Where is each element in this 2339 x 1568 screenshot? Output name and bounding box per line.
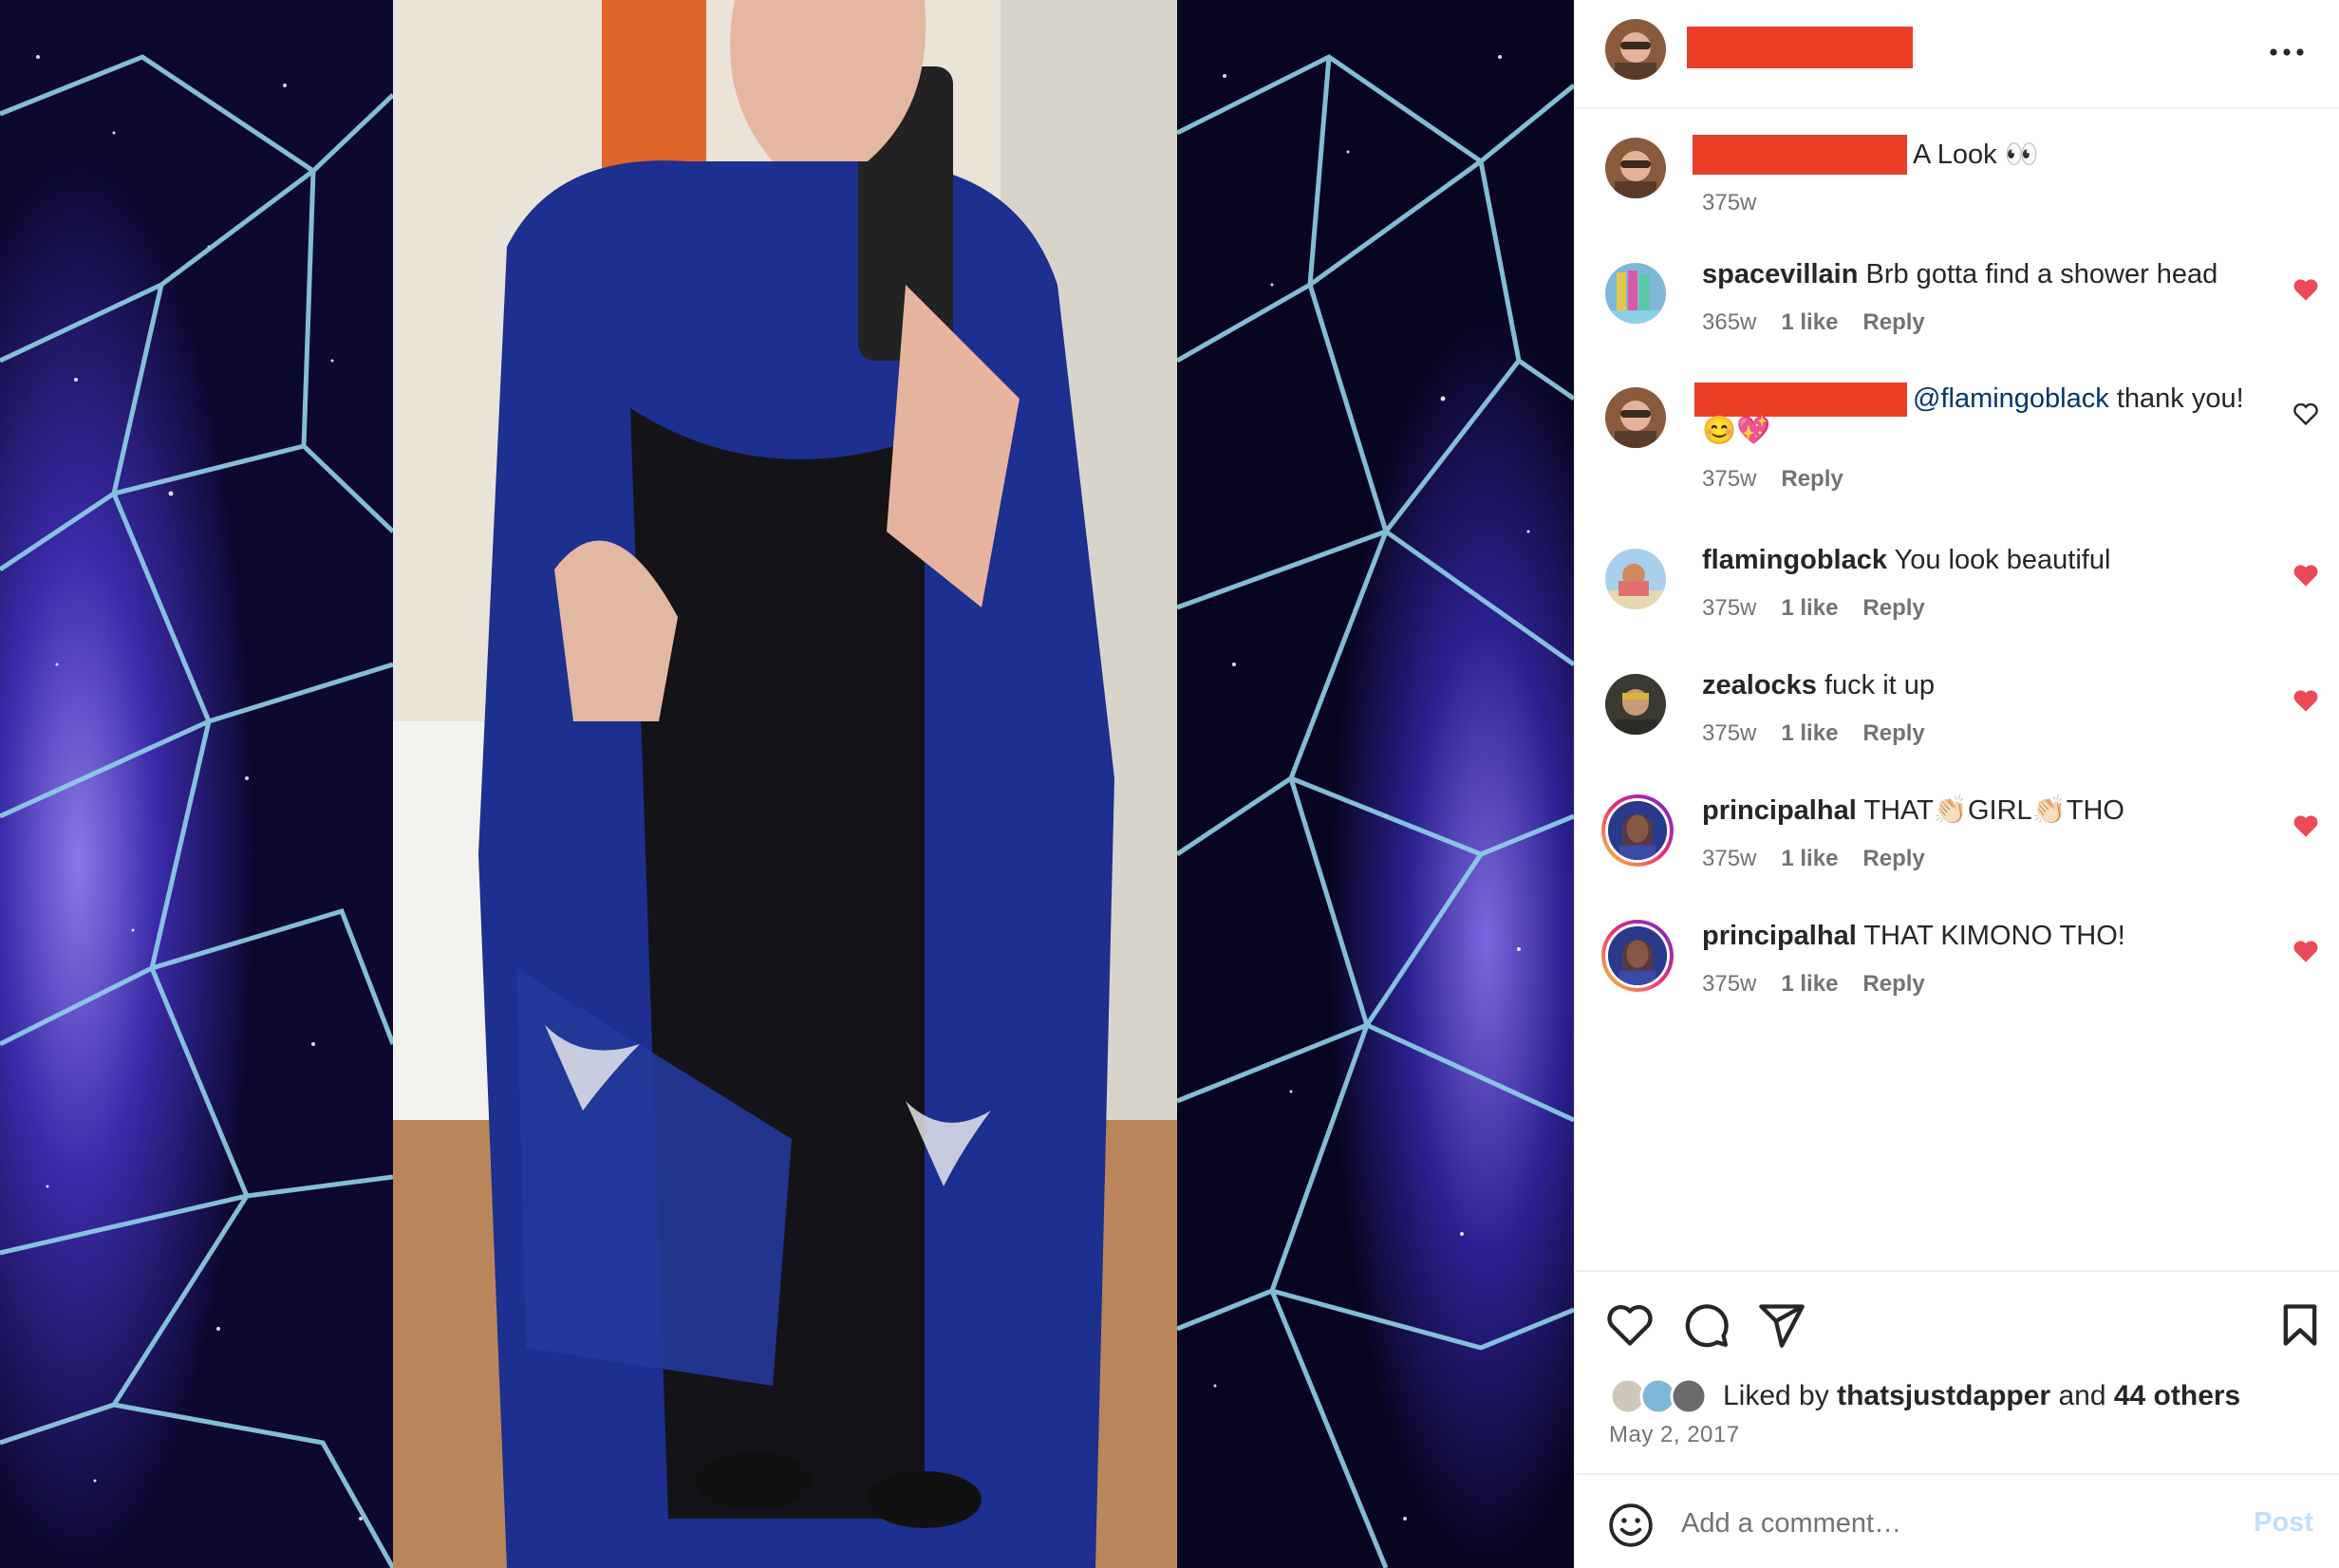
liker-avatars bbox=[1609, 1377, 1708, 1415]
post-media[interactable] bbox=[0, 0, 1574, 1568]
comment-item: principalhal THAT KIMONO THO! 375w 1 like… bbox=[1575, 920, 2339, 1024]
heart-icon[interactable] bbox=[1605, 1300, 1655, 1350]
post-date[interactable]: May 2, 2017 bbox=[1609, 1422, 1740, 1448]
commenter-avatar-story-ring[interactable] bbox=[1601, 794, 1674, 867]
comment-meta: 375w 1 like Reply bbox=[1702, 720, 1950, 747]
heart-outline-icon[interactable] bbox=[2292, 401, 2319, 426]
comment-username[interactable]: spacevillain bbox=[1702, 259, 1858, 289]
more-horizontal-icon[interactable] bbox=[2268, 38, 2306, 66]
heart-filled-icon[interactable] bbox=[2292, 939, 2319, 963]
bookmark-icon[interactable] bbox=[2275, 1300, 2325, 1350]
comment-text: @flamingoblack thank you! 😊💖 bbox=[1702, 383, 2272, 447]
author-avatar[interactable] bbox=[1605, 19, 1666, 80]
likes-text: Liked by thatsjustdapper and 44 others bbox=[1723, 1380, 2240, 1412]
comment-body: THAT👏🏻GIRL👏🏻THO bbox=[1863, 795, 2124, 826]
smiley-icon[interactable] bbox=[1607, 1502, 1655, 1549]
likes-others-link[interactable]: 44 others bbox=[2114, 1380, 2240, 1411]
comment-item: zealocks fuck it up 375w 1 like Reply bbox=[1575, 669, 2339, 774]
comment-meta: 375w Reply bbox=[1702, 466, 1868, 493]
commenter-avatar[interactable] bbox=[1605, 263, 1666, 324]
likes-prefix: Liked by bbox=[1723, 1380, 1838, 1411]
comment-body: Brb gotta find a shower head bbox=[1865, 259, 2218, 289]
comment-text: zealocks fuck it up bbox=[1702, 669, 2291, 701]
likes-summary[interactable]: Liked by thatsjustdapper and 44 others bbox=[1609, 1376, 2330, 1416]
post-actions: Liked by thatsjustdapper and 44 others M… bbox=[1575, 1270, 2339, 1473]
commenter-avatar[interactable] bbox=[1605, 549, 1666, 609]
caption-text: A Look 👀 bbox=[1913, 140, 2039, 170]
comment-username[interactable]: principalhal bbox=[1702, 921, 1857, 951]
commenter-avatar-story-ring[interactable] bbox=[1601, 920, 1674, 992]
comment-time: 375w bbox=[1702, 595, 1757, 621]
add-comment-bar: Post bbox=[1575, 1473, 2339, 1568]
likes-user-link[interactable]: thatsjustdapper bbox=[1837, 1380, 2050, 1411]
post-caption: A Look 👀 375w bbox=[1575, 133, 2339, 237]
comment-item: principalhal THAT👏🏻GIRL👏🏻THO 375w 1 like R… bbox=[1575, 794, 2339, 899]
commenter-avatar[interactable] bbox=[1605, 674, 1666, 735]
comment-item: spacevillain Brb gotta find a shower hea… bbox=[1575, 258, 2339, 363]
reply-button[interactable]: Reply bbox=[1862, 846, 1924, 871]
comment-time: 375w bbox=[1702, 466, 1757, 492]
mirror-selfie-photo bbox=[393, 0, 1177, 1568]
reply-button[interactable]: Reply bbox=[1862, 971, 1924, 997]
comment-text: principalhal THAT👏🏻GIRL👏🏻THO bbox=[1702, 794, 2291, 827]
reply-button[interactable]: Reply bbox=[1862, 720, 1924, 746]
comment-time: 375w bbox=[1702, 846, 1757, 871]
post-side-panel: A Look 👀 375w spacevillain Brb gotta fin… bbox=[1574, 0, 2339, 1568]
comment-item: @flamingoblack thank you! 😊💖 375w Reply bbox=[1575, 383, 2339, 506]
author-avatar[interactable] bbox=[1605, 138, 1666, 198]
comment-body: You look beautiful bbox=[1894, 545, 2111, 575]
comment-meta: 375w 1 like Reply bbox=[1702, 971, 1950, 998]
comment-meta: 365w 1 like Reply bbox=[1702, 309, 1950, 336]
author-avatar[interactable] bbox=[1605, 387, 1666, 448]
comment-likes[interactable]: 1 like bbox=[1781, 595, 1838, 621]
redacted-author-name[interactable] bbox=[1693, 135, 1907, 175]
post-comment-button[interactable]: Post bbox=[2254, 1507, 2313, 1539]
post-header bbox=[1575, 0, 2339, 109]
comment-meta: 375w 1 like Reply bbox=[1702, 595, 1950, 622]
comment-time: 365w bbox=[1702, 309, 1757, 335]
caption-time: 375w bbox=[1702, 190, 1757, 215]
comment-meta: 375w 1 like Reply bbox=[1702, 846, 1950, 872]
comment-mention[interactable]: @flamingoblack bbox=[1913, 383, 2109, 414]
paper-plane-icon[interactable] bbox=[1757, 1300, 1806, 1350]
comment-likes[interactable]: 1 like bbox=[1781, 971, 1838, 997]
reply-button[interactable]: Reply bbox=[1862, 309, 1924, 335]
comment-likes[interactable]: 1 like bbox=[1781, 846, 1838, 871]
comment-body: fuck it up bbox=[1824, 670, 1936, 700]
heart-filled-icon[interactable] bbox=[2292, 277, 2319, 302]
comment-username[interactable]: zealocks bbox=[1702, 670, 1817, 700]
comment-likes[interactable]: 1 like bbox=[1781, 720, 1838, 746]
likes-middle: and bbox=[2050, 1380, 2114, 1411]
comment-bubble-icon[interactable] bbox=[1681, 1300, 1731, 1350]
caption-meta: 375w bbox=[1702, 190, 1781, 216]
comment-text: spacevillain Brb gotta find a shower hea… bbox=[1702, 258, 2291, 290]
comment-body: THAT KIMONO THO! bbox=[1863, 921, 2125, 951]
comment-text: principalhal THAT KIMONO THO! bbox=[1702, 920, 2291, 952]
comment-input[interactable] bbox=[1681, 1498, 2213, 1549]
redacted-author-name[interactable] bbox=[1687, 27, 1913, 68]
comment-username[interactable]: principalhal bbox=[1702, 795, 1857, 826]
comments-list[interactable]: A Look 👀 375w spacevillain Brb gotta fin… bbox=[1575, 109, 2339, 1270]
reply-button[interactable]: Reply bbox=[1781, 466, 1843, 492]
reply-button[interactable]: Reply bbox=[1862, 595, 1924, 621]
heart-filled-icon[interactable] bbox=[2292, 563, 2319, 588]
comment-likes[interactable]: 1 like bbox=[1781, 309, 1838, 335]
comment-text: flamingoblack You look beautiful bbox=[1702, 544, 2291, 576]
heart-filled-icon[interactable] bbox=[2292, 688, 2319, 713]
heart-filled-icon[interactable] bbox=[2292, 813, 2319, 838]
comment-time: 375w bbox=[1702, 720, 1757, 746]
comment-time: 375w bbox=[1702, 971, 1757, 997]
comment-username[interactable]: flamingoblack bbox=[1702, 545, 1887, 575]
comment-item: flamingoblack You look beautiful 375w 1 l… bbox=[1575, 544, 2339, 648]
